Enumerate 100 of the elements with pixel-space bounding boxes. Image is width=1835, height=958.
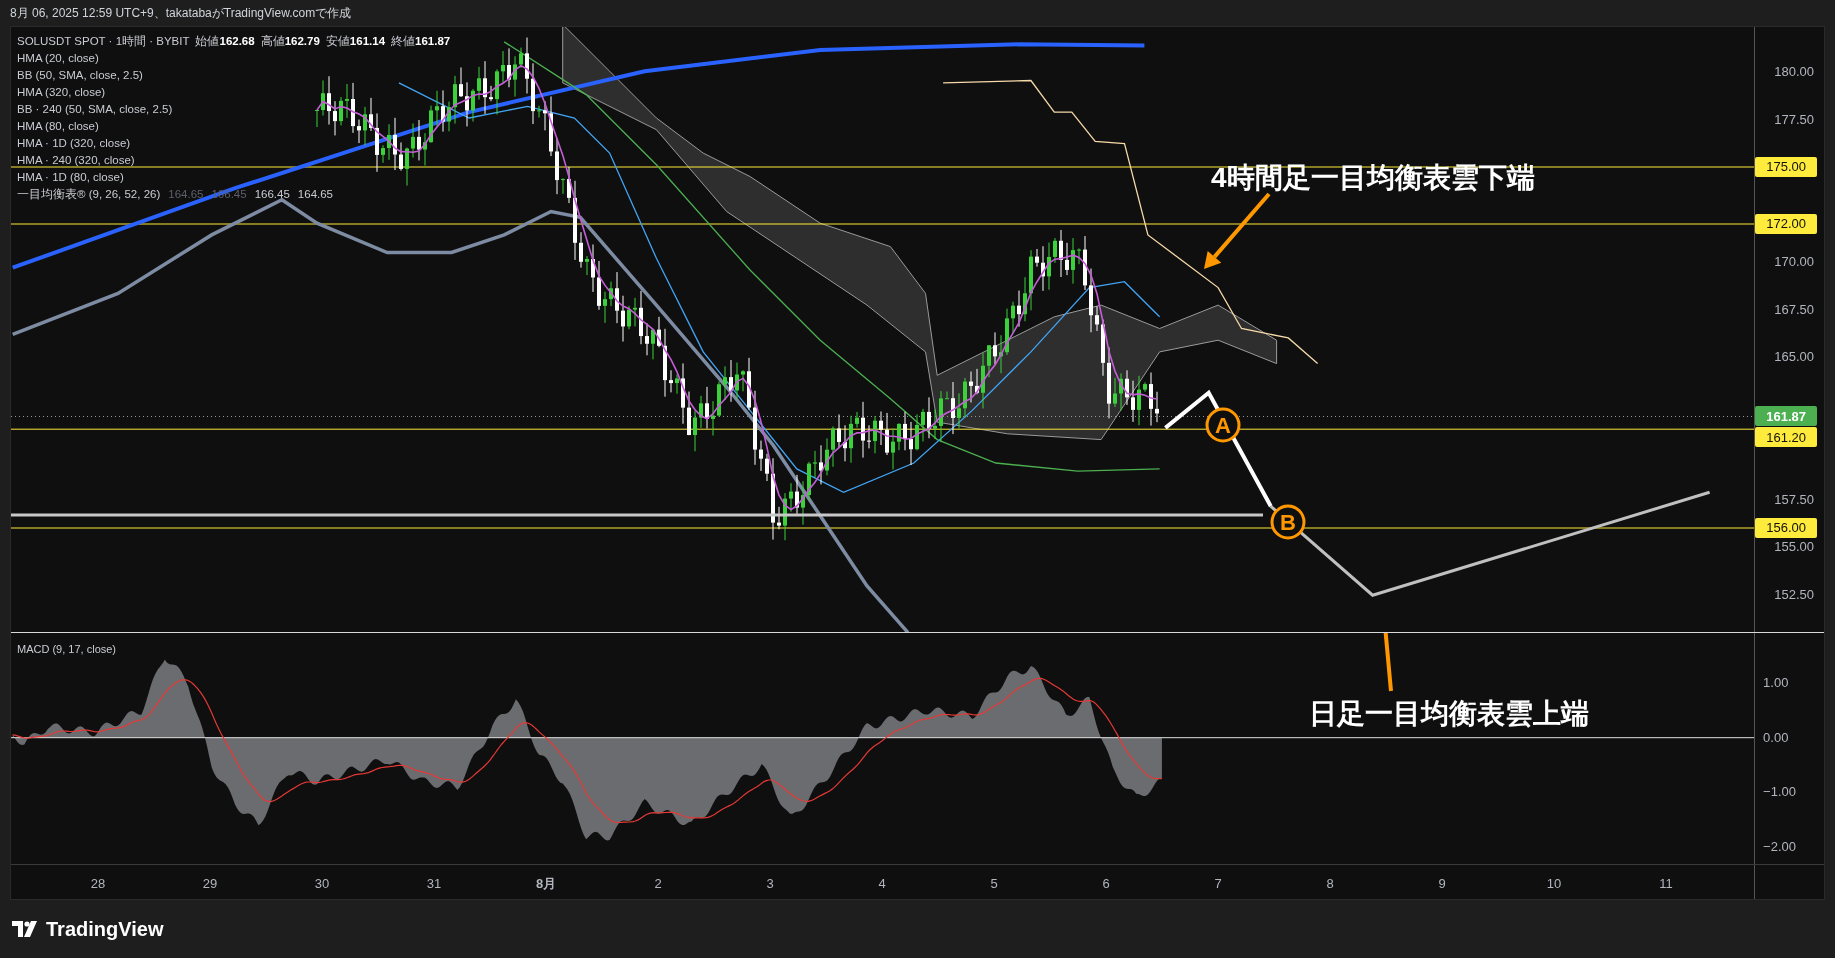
candlestick: [663, 328, 667, 398]
candlestick: [909, 421, 913, 466]
candlestick: [471, 88, 475, 123]
price-badge: 172.00: [1755, 214, 1818, 234]
candlestick: [1077, 247, 1081, 265]
time-label: 4: [878, 875, 886, 893]
candlestick: [651, 329, 655, 360]
candlestick: [645, 322, 649, 356]
candlestick: [657, 316, 661, 348]
candlestick: [735, 362, 739, 400]
candlestick: [1113, 377, 1117, 408]
legend-indicator: HMA (320, close): [17, 85, 106, 100]
candlestick: [459, 67, 463, 98]
candlestick: [411, 123, 415, 159]
candlestick: [1143, 381, 1147, 393]
candlestick: [627, 305, 631, 330]
candlestick: [549, 95, 553, 157]
candlestick: [561, 177, 565, 195]
legend-indicator: HMA · 240 (320, close): [17, 153, 135, 168]
candlestick: [915, 413, 919, 451]
price-badge: 156.00: [1755, 518, 1818, 538]
candlestick: [705, 386, 709, 430]
candlestick: [807, 461, 811, 501]
legend-field-value: 162.79: [284, 34, 320, 49]
candlestick: [957, 392, 961, 430]
brand-name: TradingView: [46, 917, 164, 942]
legend-field-label: 高値: [260, 34, 285, 49]
point-marker: B: [1270, 504, 1306, 540]
candlestick: [375, 112, 379, 173]
candlestick: [939, 390, 943, 443]
candlestick: [1083, 235, 1087, 291]
axis-label: 170.00: [1774, 255, 1814, 268]
time-label: 7: [1214, 875, 1222, 893]
legend-field-label: 安値: [325, 34, 350, 49]
candlestick: [873, 415, 877, 454]
time-label: 10: [1546, 875, 1562, 893]
candlestick: [519, 47, 523, 69]
legend-value: 164.65: [297, 187, 334, 202]
candlestick: [315, 109, 319, 128]
legend-indicator: BB · 240 (50, SMA, close, 2.5): [17, 102, 173, 117]
candlestick: [507, 47, 511, 88]
candlestick: [1017, 290, 1021, 328]
legend-indicator: BB (50, SMA, close, 2.5): [17, 68, 143, 83]
candlestick: [1119, 372, 1123, 411]
candlestick: [357, 119, 361, 144]
candlestick: [675, 374, 679, 395]
time-label: 8月: [535, 875, 557, 893]
time-label: 11: [1659, 875, 1673, 893]
candlestick: [729, 359, 733, 403]
axis-label: −2.00: [1763, 840, 1796, 854]
time-label: 30: [314, 875, 330, 893]
chart-caption: 8月 06, 2025 12:59 UTC+9、takatabaがTradingView.comで作成: [10, 5, 352, 22]
candlestick: [777, 506, 781, 530]
legend-indicator: HMA · 1D (80, close): [17, 170, 124, 185]
legend-indicator: 一目均衡表® (9, 26, 52, 26): [17, 187, 161, 202]
candlestick: [1059, 229, 1063, 278]
macd-title: MACD (9, 17, close): [17, 642, 117, 657]
candlestick: [687, 391, 691, 436]
candlestick: [609, 281, 613, 307]
time-label: 28: [90, 875, 106, 893]
time-label: 2: [654, 875, 662, 893]
candlestick: [1029, 249, 1033, 311]
candlestick: [369, 97, 373, 132]
candlestick: [435, 90, 439, 128]
price-badge: 161.20: [1755, 427, 1818, 448]
candlestick: [789, 482, 793, 513]
time-label: 5: [990, 875, 998, 893]
candlestick: [591, 244, 595, 293]
candlestick: [579, 231, 583, 269]
candlestick: [993, 331, 997, 366]
candlestick: [453, 75, 457, 125]
axis-label: 157.50: [1774, 492, 1814, 506]
candlestick: [741, 369, 745, 392]
candlestick: [867, 424, 871, 449]
axis-label: 155.00: [1774, 540, 1814, 553]
candlestick: [999, 334, 1003, 374]
axis-label: 0.00: [1763, 730, 1789, 744]
candlestick: [1011, 301, 1015, 334]
candlestick: [831, 425, 835, 468]
candlestick: [477, 66, 481, 101]
candlestick: [639, 290, 643, 345]
legend-symbol: SOLUSDT SPOT · 1時間 · BYBIT: [17, 34, 190, 49]
candlestick: [981, 352, 985, 409]
candlestick: [429, 105, 433, 144]
legend-field-value: 161.14: [349, 34, 386, 49]
candlestick: [1053, 237, 1057, 264]
legend-field-label: 始値: [195, 34, 220, 49]
candlestick: [1131, 380, 1135, 423]
candlestick: [1035, 248, 1039, 268]
candlestick: [615, 271, 619, 324]
candlestick: [849, 415, 853, 464]
candlestick: [1047, 242, 1051, 291]
candlestick: [1089, 268, 1093, 333]
axis-label: 1.00: [1763, 676, 1789, 689]
candlestick: [933, 409, 937, 440]
annotation-text: 日足一目均衡表雲上端: [1309, 697, 1589, 731]
candlestick: [681, 362, 685, 425]
candlestick: [399, 141, 403, 172]
candlestick: [597, 260, 601, 311]
legend-indicator: HMA · 1D (320, close): [17, 136, 131, 151]
